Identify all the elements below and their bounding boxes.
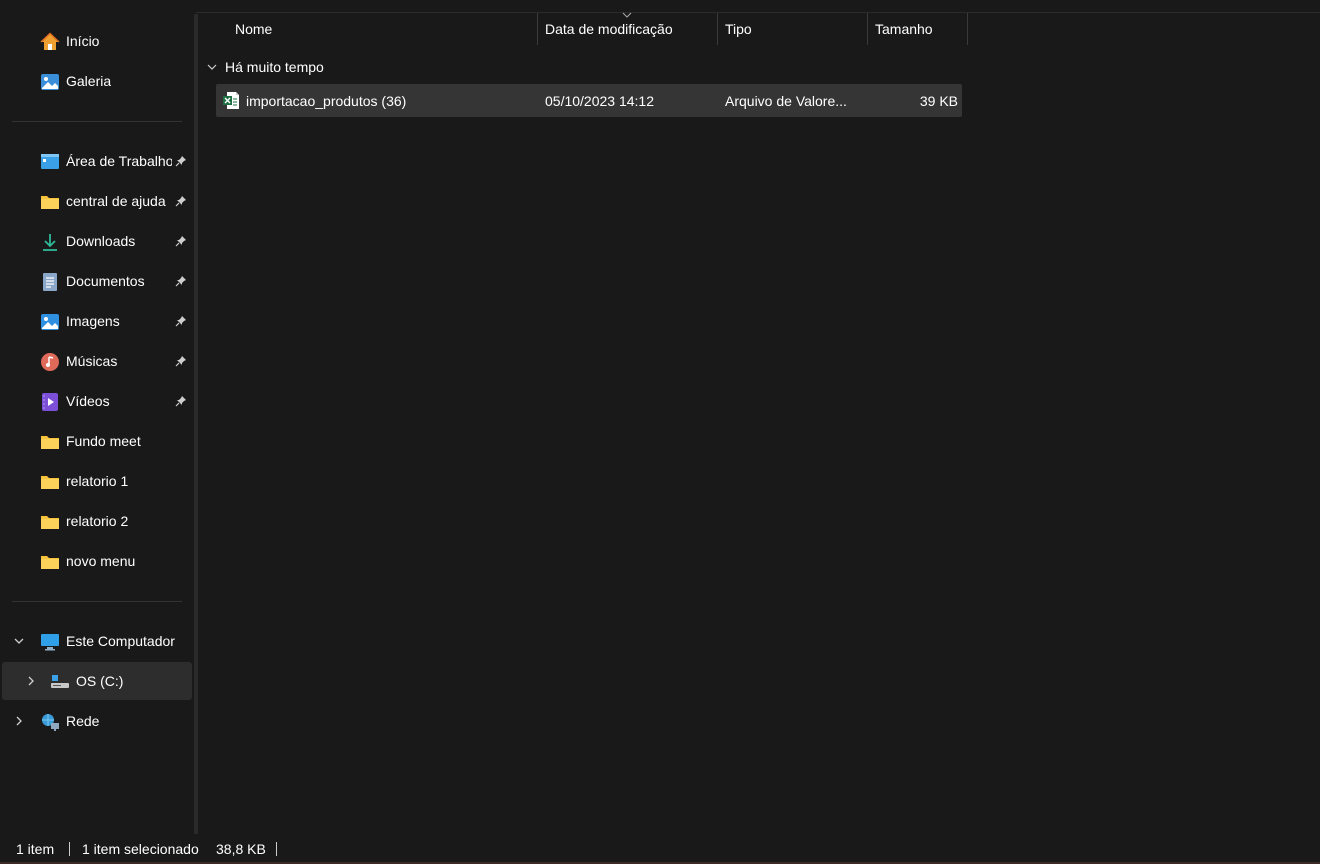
folder-icon: [40, 552, 60, 572]
pin-icon[interactable]: [174, 354, 188, 368]
item-count: 1 item: [16, 841, 55, 857]
folder-icon: [40, 432, 60, 452]
file-name[interactable]: importacao_produtos (36): [246, 93, 406, 109]
sidebar-item-relatorio-1[interactable]: relatorio 1: [0, 462, 192, 500]
sidebar-item-label: relatorio 1: [66, 473, 129, 489]
network-icon: [40, 712, 60, 732]
group-label: Há muito tempo: [225, 59, 324, 75]
videos-icon: [40, 392, 60, 412]
status-separator: [276, 842, 277, 856]
pin-icon[interactable]: [174, 394, 188, 408]
file-modified: 05/10/2023 14:12: [545, 93, 654, 109]
sidebar-item-relatorio-2[interactable]: relatorio 2: [0, 502, 192, 540]
file-size: 39 KB: [919, 93, 958, 109]
sidebar-item-label: OS (C:): [76, 673, 124, 689]
navigation-pane: Início Galeria Área de Trabalho central …: [0, 0, 196, 834]
sidebar-item-inicio[interactable]: Início: [0, 22, 192, 60]
sidebar-item-central-de-ajuda[interactable]: central de ajuda: [0, 182, 192, 220]
sidebar-item-area-de-trabalho[interactable]: Área de Trabalho: [0, 142, 192, 180]
sidebar-item-label: Vídeos: [66, 393, 110, 409]
column-separator[interactable]: [867, 13, 868, 45]
folder-icon: [40, 192, 60, 212]
column-header-type[interactable]: Tipo: [725, 13, 752, 45]
desktop-icon: [40, 152, 60, 172]
sidebar-item-label: novo menu: [66, 553, 136, 569]
sidebar-item-os-c[interactable]: OS (C:): [2, 662, 192, 700]
sidebar-item-fundo-meet[interactable]: Fundo meet: [0, 422, 192, 460]
sidebar-item-label: Galeria: [66, 73, 112, 89]
pin-icon[interactable]: [174, 274, 188, 288]
excel-csv-icon: [223, 92, 239, 109]
pin-icon[interactable]: [174, 314, 188, 328]
sidebar-item-label: Documentos: [66, 273, 145, 289]
sidebar-item-este-computador[interactable]: Este Computador: [0, 622, 192, 660]
column-separator[interactable]: [967, 13, 968, 45]
computer-icon: [40, 632, 60, 652]
column-header-modified[interactable]: Data de modificação: [545, 13, 673, 45]
pin-icon[interactable]: [174, 154, 188, 168]
sidebar-item-galeria[interactable]: Galeria: [0, 62, 192, 100]
chevron-down-icon[interactable]: [205, 60, 219, 74]
sidebar-divider: [12, 601, 182, 602]
sidebar-item-documentos[interactable]: Documentos: [0, 262, 192, 300]
home-icon: [40, 32, 60, 52]
sidebar-item-label: Fundo meet: [66, 433, 141, 449]
sidebar-item-label: Downloads: [66, 233, 136, 249]
folder-icon: [40, 512, 60, 532]
sidebar-item-musicas[interactable]: Músicas: [0, 342, 192, 380]
sidebar-item-label: Início: [66, 33, 100, 49]
sidebar-item-downloads[interactable]: Downloads: [0, 222, 192, 260]
sidebar-item-novo-menu[interactable]: novo menu: [0, 542, 192, 580]
column-separator[interactable]: [537, 13, 538, 45]
music-icon: [40, 352, 60, 372]
sidebar-item-label: Área de Trabalho: [66, 153, 172, 169]
chevron-right-icon[interactable]: [12, 714, 26, 728]
sidebar-item-videos[interactable]: Vídeos: [0, 382, 192, 420]
sidebar-item-label: Este Computador: [66, 633, 175, 649]
chevron-right-icon[interactable]: [24, 674, 38, 688]
selected-count: 1 item selecionado: [82, 841, 199, 857]
folder-icon: [40, 472, 60, 492]
group-header[interactable]: Há muito tempo: [205, 56, 324, 78]
sidebar-item-rede[interactable]: Rede: [0, 702, 192, 740]
drive-icon: [50, 672, 70, 692]
download-icon: [40, 232, 60, 252]
sidebar-item-label: Rede: [66, 713, 100, 729]
file-row[interactable]: importacao_produtos (36) 05/10/2023 14:1…: [216, 84, 962, 117]
chevron-down-icon[interactable]: [12, 634, 26, 648]
document-icon: [40, 272, 60, 292]
column-separator[interactable]: [717, 13, 718, 45]
status-bar: 1 item 1 item selecionado 38,8 KB: [0, 834, 1320, 864]
pin-icon[interactable]: [174, 194, 188, 208]
sidebar-splitter[interactable]: [194, 14, 198, 834]
status-separator: [69, 842, 70, 856]
column-header-size[interactable]: Tamanho: [875, 13, 933, 45]
column-header-name[interactable]: Nome: [235, 13, 272, 45]
pin-icon[interactable]: [174, 234, 188, 248]
sidebar-item-label: Músicas: [66, 353, 118, 369]
selected-size: 38,8 KB: [216, 841, 266, 857]
sidebar-divider: [12, 121, 182, 122]
sidebar-item-label: central de ajuda: [66, 193, 166, 209]
sidebar-item-label: relatorio 2: [66, 513, 129, 529]
file-type: Arquivo de Valore...: [725, 93, 847, 109]
sidebar-item-imagens[interactable]: Imagens: [0, 302, 192, 340]
gallery-icon: [40, 72, 60, 92]
header-top-border: [196, 12, 1320, 13]
pictures-icon: [40, 312, 60, 332]
sidebar-item-label: Imagens: [66, 313, 120, 329]
